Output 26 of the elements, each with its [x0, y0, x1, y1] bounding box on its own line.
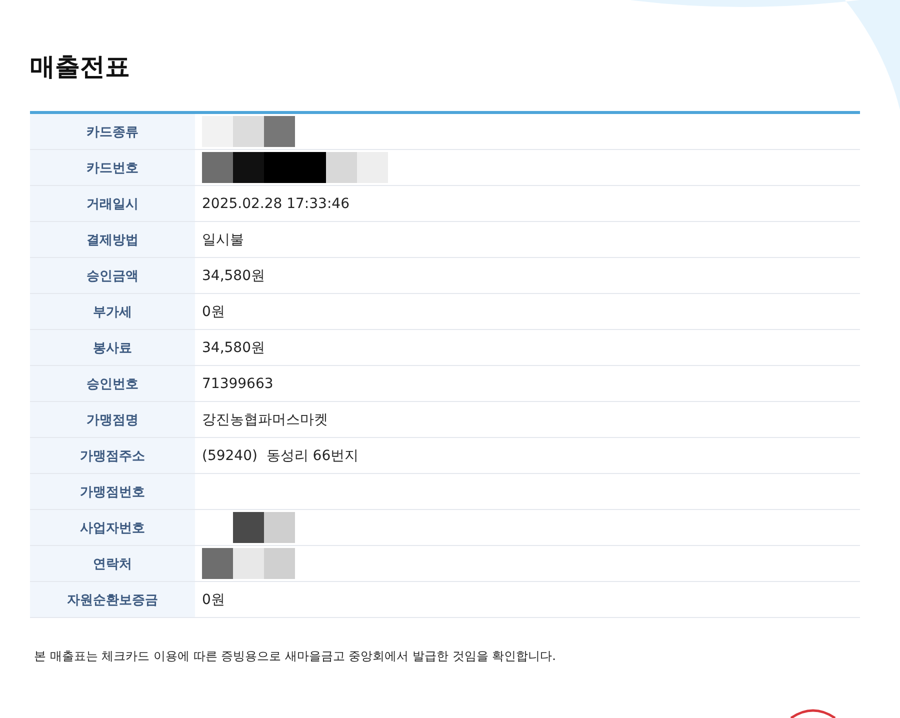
field-label: 연락처	[30, 546, 195, 581]
field-label: 결제방법	[30, 222, 195, 257]
field-value: 2025.02.28 17:33:46	[202, 196, 350, 212]
stamp-drawing	[788, 707, 838, 718]
notice-text: 본 매출표는 체크카드 이용에 따른 증빙용으로 새마을금고 중앙회에서 발급한 것임을 확인합니다.	[34, 648, 556, 665]
field-label: 사업자번호	[30, 510, 195, 545]
field-label: 부가세	[30, 294, 195, 329]
field-label: 거래일시	[30, 186, 195, 221]
field-value: 0원	[202, 302, 225, 320]
field-label: 가맹점주소	[30, 438, 195, 473]
field-label: 가맹점명	[30, 402, 195, 437]
field-value: 34,580원	[202, 338, 265, 356]
field-label: 승인번호	[30, 366, 195, 401]
field-value: 강진농협파머스마켓	[202, 410, 328, 428]
field-label: 카드번호	[30, 150, 195, 185]
field-label: 가맹점번호	[30, 474, 195, 509]
field-value: 34,580원	[202, 266, 265, 284]
field-label: 자원순환보증금	[30, 582, 195, 617]
field-value: (59240) 동성리 66번지	[202, 446, 359, 464]
field-label: 카드종류	[30, 114, 195, 149]
field-value: 일시불	[202, 230, 244, 248]
field-label: 승인금액	[30, 258, 195, 293]
field-label: 봉사료	[30, 330, 195, 365]
page-title: 매출전표	[30, 51, 130, 83]
field-value: 0원	[202, 590, 225, 608]
field-value: 71399663	[202, 376, 274, 392]
